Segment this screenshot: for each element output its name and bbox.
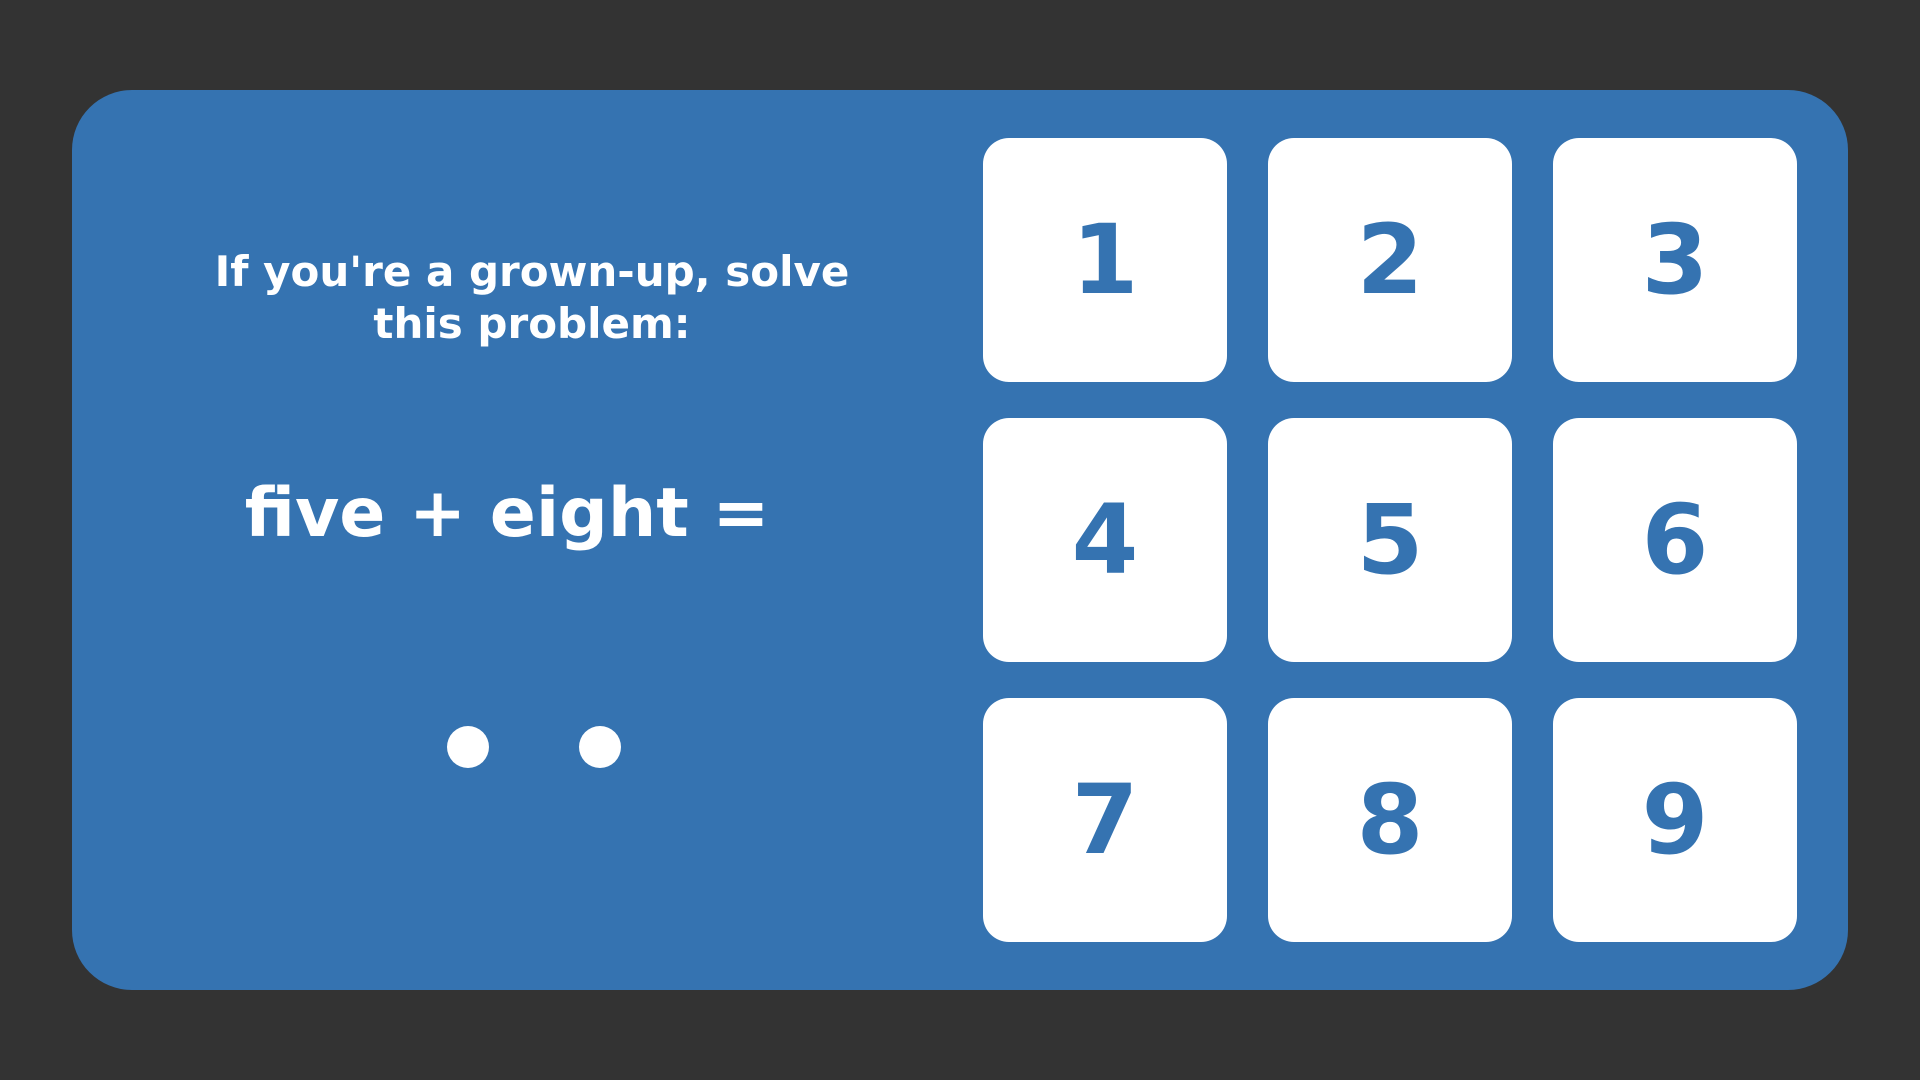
number-keypad: 1 2 3 4 5 6 7 8 9 bbox=[983, 138, 1797, 942]
key-2[interactable]: 2 bbox=[1268, 138, 1512, 382]
answer-dot bbox=[579, 726, 621, 768]
gate-prompt-text: If you're a grown-up, solve this problem… bbox=[214, 247, 850, 348]
key-6[interactable]: 6 bbox=[1553, 418, 1797, 662]
math-equation: five + eight = bbox=[244, 474, 770, 553]
gate-prompt: If you're a grown-up, solve this problem… bbox=[72, 246, 992, 350]
answer-indicator bbox=[447, 726, 621, 768]
key-5[interactable]: 5 bbox=[1268, 418, 1512, 662]
key-8[interactable]: 8 bbox=[1268, 698, 1512, 942]
answer-dot bbox=[447, 726, 489, 768]
key-9[interactable]: 9 bbox=[1553, 698, 1797, 942]
key-7[interactable]: 7 bbox=[983, 698, 1227, 942]
question-area: If you're a grown-up, solve this problem… bbox=[72, 90, 992, 990]
key-4[interactable]: 4 bbox=[983, 418, 1227, 662]
key-3[interactable]: 3 bbox=[1553, 138, 1797, 382]
key-1[interactable]: 1 bbox=[983, 138, 1227, 382]
parental-gate-panel: If you're a grown-up, solve this problem… bbox=[72, 90, 1848, 990]
